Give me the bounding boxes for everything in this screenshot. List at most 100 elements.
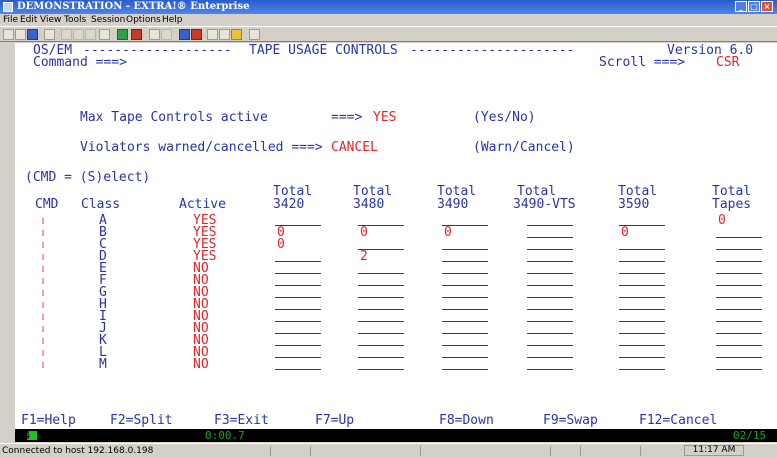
disconnect-icon[interactable] [191,29,202,40]
value-cell-c3490[interactable]: 0 [444,226,452,239]
value-cell-c3480[interactable]: 2 [360,250,368,263]
value-cell-c3590[interactable]: 0 [621,226,629,239]
input-field-vts[interactable] [527,237,573,238]
input-field-tapes[interactable] [716,237,762,238]
input-field-c3490[interactable] [442,357,488,358]
cmd-input-field[interactable] [42,242,44,248]
input-field-tapes[interactable] [716,285,762,286]
input-field-tapes[interactable] [716,369,762,370]
pf-split[interactable]: F2=Split [110,414,173,427]
cmd-input-field[interactable] [42,254,44,260]
input-field-c3590[interactable] [619,261,665,262]
app-icon[interactable] [3,2,13,12]
properties-icon[interactable] [219,29,230,40]
input-field-c3420[interactable] [275,345,321,346]
input-field-c3590[interactable] [619,333,665,334]
input-field-c3590[interactable] [619,285,665,286]
input-field-vts[interactable] [527,225,573,226]
pf-swap[interactable]: F9=Swap [543,414,598,427]
input-field-c3480[interactable] [358,321,404,322]
input-field-c3490[interactable] [442,321,488,322]
cmd-input-field[interactable] [42,230,44,236]
input-field-c3490[interactable] [442,369,488,370]
cmd-input-field[interactable] [42,362,44,368]
input-field-c3420[interactable] [275,357,321,358]
pf-up[interactable]: F7=Up [315,414,354,427]
cmd-input-field[interactable] [42,278,44,284]
input-field-c3420[interactable] [275,297,321,298]
active-cell[interactable]: NO [193,358,209,371]
input-field-vts[interactable] [527,357,573,358]
pf-exit[interactable]: F3=Exit [214,414,269,427]
maximize-button[interactable]: □ [748,1,760,12]
value-cell-c3420[interactable]: 0 [277,238,285,251]
input-field-c3420[interactable] [275,321,321,322]
input-field-vts[interactable] [527,273,573,274]
paste-icon[interactable] [85,29,96,40]
value-cell-c3480[interactable]: 0 [360,226,368,239]
cmd-input-field[interactable] [42,290,44,296]
input-field-vts[interactable] [527,249,573,250]
input-field-c3480[interactable] [358,345,404,346]
input-field-c3420[interactable] [275,333,321,334]
input-field-tapes[interactable] [716,273,762,274]
input-field-tapes[interactable] [716,261,762,262]
input-field-vts[interactable] [527,309,573,310]
menu-edit[interactable]: Edit [20,14,37,26]
input-field-c3420[interactable] [275,273,321,274]
input-field-tapes[interactable] [716,333,762,334]
opt2-value[interactable]: CANCEL [331,141,378,154]
input-field-c3480[interactable] [358,285,404,286]
input-field-tapes[interactable] [716,321,762,322]
cmd-input-field[interactable] [42,314,44,320]
input-field-vts[interactable] [527,369,573,370]
cmd-input-field[interactable] [42,338,44,344]
input-field-vts[interactable] [527,345,573,346]
input-field-vts[interactable] [527,333,573,334]
transfer-icon[interactable] [149,29,160,40]
input-field-vts[interactable] [527,261,573,262]
cut-icon[interactable] [61,29,72,40]
keyboard-map-icon[interactable] [231,29,242,40]
input-field-c3480[interactable] [358,333,404,334]
quickpad-icon[interactable] [207,29,218,40]
connect-icon[interactable] [179,29,190,40]
input-field-c3480[interactable] [358,273,404,274]
input-field-c3480[interactable] [358,309,404,310]
help-icon[interactable] [249,29,260,40]
input-field-c3420[interactable] [275,285,321,286]
input-field-vts[interactable] [527,297,573,298]
input-field-c3420[interactable] [275,309,321,310]
send-receive-icon[interactable] [131,29,142,40]
input-field-tapes[interactable] [716,249,762,250]
value-cell-tapes[interactable]: 0 [718,214,726,227]
send-icon[interactable] [99,29,110,40]
menu-view[interactable]: View [40,14,61,26]
input-field-c3590[interactable] [619,321,665,322]
input-field-c3490[interactable] [442,333,488,334]
input-field-tapes[interactable] [716,297,762,298]
input-field-tapes[interactable] [716,309,762,310]
record-macro-icon[interactable] [161,29,172,40]
input-field-c3480[interactable] [358,357,404,358]
open-icon[interactable] [15,29,26,40]
input-field-c3490[interactable] [442,273,488,274]
menu-file[interactable]: File [3,14,18,26]
input-field-c3490[interactable] [442,345,488,346]
input-field-c3590[interactable] [619,249,665,250]
input-field-c3420[interactable] [275,369,321,370]
input-field-c3490[interactable] [442,285,488,286]
pf-help[interactable]: F1=Help [21,414,76,427]
cmd-input-field[interactable] [42,302,44,308]
input-field-vts[interactable] [527,285,573,286]
macro-icon[interactable] [117,29,128,40]
pf-down[interactable]: F8=Down [439,414,494,427]
menu-session[interactable]: Session [91,14,125,26]
input-field-c3590[interactable] [619,345,665,346]
opt1-value[interactable]: YES [373,111,396,124]
input-field-c3490[interactable] [442,297,488,298]
input-field-tapes[interactable] [716,345,762,346]
input-field-vts[interactable] [527,321,573,322]
pf-cancel[interactable]: F12=Cancel [639,414,717,427]
input-field-c3590[interactable] [619,273,665,274]
